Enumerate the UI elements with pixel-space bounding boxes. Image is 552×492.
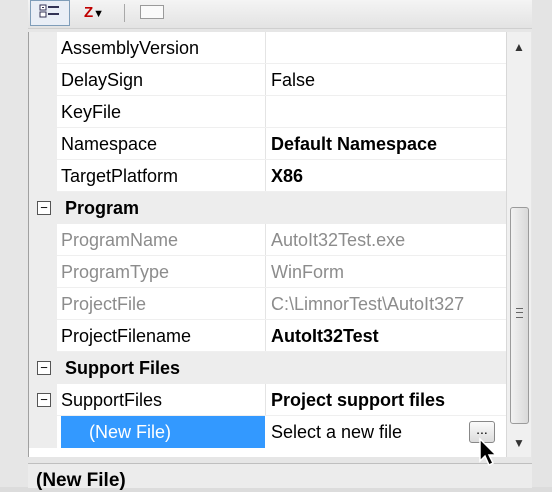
property-value[interactable]: AutoIt32Test <box>271 320 507 352</box>
property-row[interactable]: ProgramType WinForm <box>29 256 507 288</box>
category-program[interactable]: − Program <box>29 192 507 224</box>
property-value[interactable] <box>271 96 507 128</box>
property-value[interactable]: Default Namespace <box>271 128 507 160</box>
vertical-scrollbar[interactable]: ▲ ▼ <box>506 32 531 457</box>
property-row-new-file[interactable]: (New File) Select a new file ... <box>29 416 507 448</box>
grip-icon <box>516 308 523 318</box>
categorized-button[interactable] <box>30 0 70 26</box>
property-name: ProgramType <box>61 262 170 282</box>
property-grid: AssemblyVersion DelaySign False KeyFile … <box>28 32 507 457</box>
property-row[interactable]: Namespace Default Namespace <box>29 128 507 160</box>
sort-az-label: Z <box>83 3 94 21</box>
property-name: ProjectFile <box>61 294 147 314</box>
property-name-selected: (New File) <box>61 416 265 448</box>
property-row[interactable]: ProjectFilename AutoIt32Test <box>29 320 507 352</box>
alphabetical-button[interactable]: Z▼ <box>74 0 114 24</box>
property-name: AssemblyVersion <box>61 38 200 58</box>
property-row[interactable]: AssemblyVersion <box>29 32 507 64</box>
property-value[interactable]: X86 <box>271 160 507 192</box>
property-pages-button[interactable] <box>136 0 168 24</box>
property-pages-icon <box>140 5 164 19</box>
collapse-icon[interactable]: − <box>37 393 51 407</box>
property-row-support-files[interactable]: − SupportFiles Project support files <box>29 384 507 416</box>
property-name: KeyFile <box>61 102 122 122</box>
property-value[interactable]: Project support files <box>271 384 507 416</box>
sort-az-icon: Z▼ <box>83 3 105 21</box>
property-name: SupportFiles <box>61 390 163 410</box>
categorized-icon <box>39 4 61 23</box>
property-value[interactable]: AutoIt32Test.exe <box>271 224 507 256</box>
property-value[interactable]: False <box>271 64 507 96</box>
property-name: ProjectFilename <box>61 326 192 346</box>
scroll-thumb[interactable] <box>510 207 529 424</box>
property-name: DelaySign <box>61 70 144 90</box>
property-value[interactable]: WinForm <box>271 256 507 288</box>
property-row[interactable]: ProgramName AutoIt32Test.exe <box>29 224 507 256</box>
property-name: TargetPlatform <box>61 166 179 186</box>
property-name: ProgramName <box>61 230 179 250</box>
property-value[interactable]: C:\LimnorTest\AutoIt327 <box>271 288 507 320</box>
mouse-cursor-icon <box>479 437 498 467</box>
property-row[interactable]: ProjectFile C:\LimnorTest\AutoIt327 <box>29 288 507 320</box>
category-label: Support Files <box>65 358 181 378</box>
scroll-down-icon[interactable]: ▼ <box>507 432 531 454</box>
window-edge <box>532 0 552 487</box>
scroll-up-icon[interactable]: ▲ <box>507 36 531 58</box>
property-row[interactable]: DelaySign False <box>29 64 507 96</box>
collapse-icon[interactable]: − <box>37 361 51 375</box>
category-support-files[interactable]: − Support Files <box>29 352 507 384</box>
property-value[interactable] <box>271 32 507 64</box>
property-row[interactable]: TargetPlatform X86 <box>29 160 507 192</box>
description-panel: (New File) <box>28 463 532 491</box>
property-name: Namespace <box>61 134 158 154</box>
collapse-icon[interactable]: − <box>37 201 51 215</box>
property-grid-window: Z▼ AssemblyVersion DelaySign False KeyFi… <box>0 0 552 491</box>
property-row[interactable]: KeyFile <box>29 96 507 128</box>
toolbar-separator <box>124 4 125 22</box>
property-toolbar: Z▼ <box>28 0 532 29</box>
description-title: (New File) <box>36 470 126 491</box>
category-label: Program <box>65 198 140 218</box>
